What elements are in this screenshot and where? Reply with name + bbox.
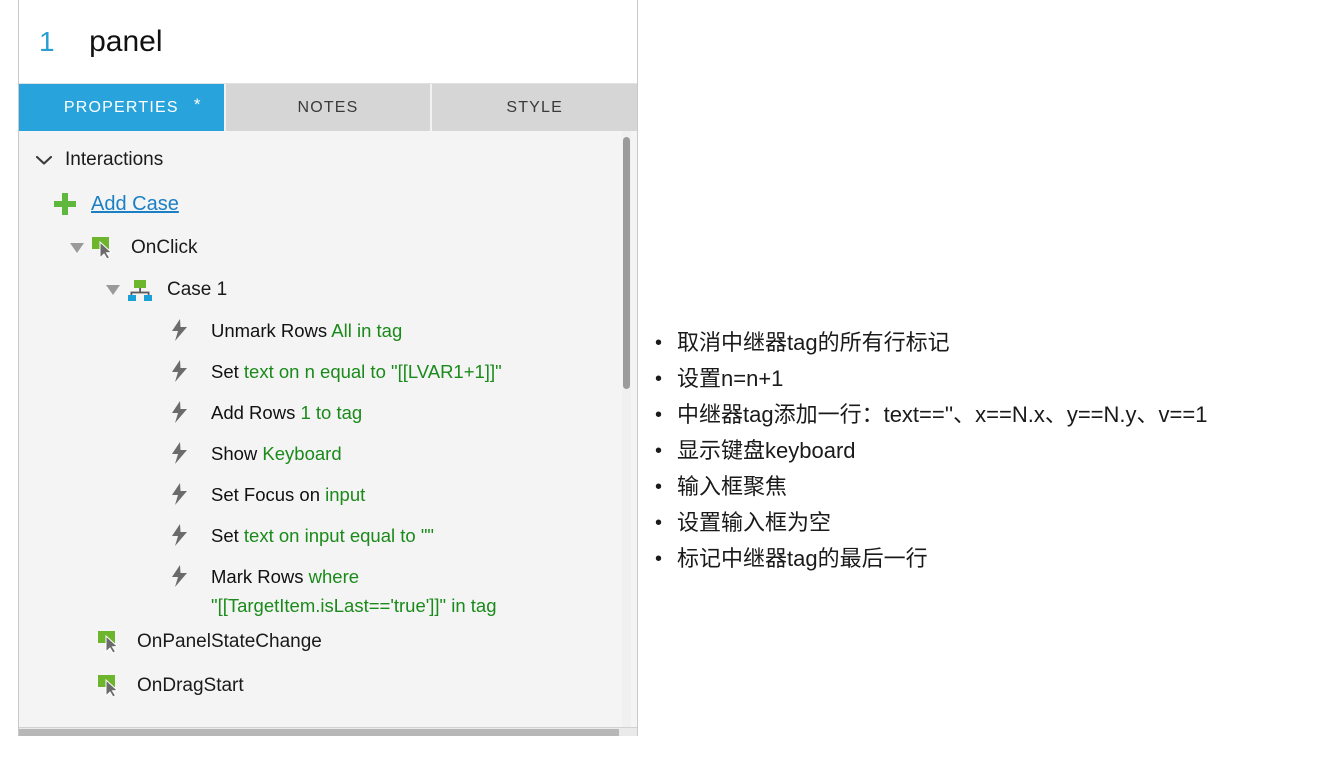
action-row[interactable]: Set text on input equal to "" <box>19 516 637 557</box>
action-param: input <box>325 484 366 505</box>
action-prefix: Unmark Rows <box>211 320 332 341</box>
tab-properties[interactable]: PROPERTIES * <box>19 84 226 131</box>
action-param: text on input equal to "" <box>243 525 434 546</box>
inspector-panel: 1 panel PROPERTIES * NOTES STYLE Interac… <box>18 0 638 736</box>
action-prefix: Add Rows <box>211 402 301 423</box>
list-item: • 中继器tag添加一行：text==''、x==N.x、y==N.y、v==1 <box>655 397 1315 433</box>
event-label-onpanelstatechange: OnPanelStateChange <box>137 631 322 652</box>
bullet-icon: • <box>655 476 663 498</box>
tab-style[interactable]: STYLE <box>432 84 638 131</box>
action-row[interactable]: Show Keyboard <box>19 434 637 475</box>
unsaved-changes-marker: * <box>193 95 202 114</box>
action-prefix: Set <box>211 361 244 382</box>
action-param: All in tag <box>331 320 403 341</box>
object-name: panel <box>89 24 163 58</box>
list-item-text: 中继器tag添加一行：text==''、x==N.x、y==N.y、v==1 <box>677 402 1208 427</box>
bullet-icon: • <box>655 512 663 534</box>
click-event-icon <box>95 630 125 654</box>
action-row[interactable]: Set Focus on input <box>19 475 637 516</box>
add-case-row[interactable]: Add Case <box>19 181 637 227</box>
bullet-icon: • <box>655 440 663 462</box>
interactions-tree: Interactions Add Case OnClick Case 1 Unm… <box>19 131 637 736</box>
action-row[interactable]: Unmark Rows All in tag <box>19 311 637 352</box>
tab-properties-label: PROPERTIES <box>63 98 179 116</box>
list-item: • 取消中继器tag的所有行标记 <box>655 325 1315 361</box>
vertical-scrollbar[interactable] <box>622 131 631 736</box>
lightning-icon <box>169 557 203 593</box>
lightning-icon <box>169 516 203 552</box>
action-prefix: Show <box>211 443 263 464</box>
bullet-icon: • <box>655 368 663 390</box>
event-row-onpanelstatechange[interactable]: OnPanelStateChange <box>19 620 637 664</box>
list-item: • 设置n=n+1 <box>655 361 1315 397</box>
event-row-onclick[interactable]: OnClick <box>19 227 637 269</box>
action-text: Set text on n equal to "[[LVAR1+1]]" <box>211 352 502 386</box>
screenshot-root: 1 panel PROPERTIES * NOTES STYLE Interac… <box>0 0 1326 760</box>
lightning-icon <box>169 434 203 470</box>
event-row-ondragstart[interactable]: OnDragStart <box>19 664 637 708</box>
action-suffix: "[[TargetItem.isLast=='true']]" in tag <box>211 595 497 616</box>
bullet-icon: • <box>655 404 663 426</box>
action-param: text on n equal to "[[LVAR1+1]]" <box>243 361 502 382</box>
lightning-icon <box>169 393 203 429</box>
bullet-icon: • <box>655 548 663 570</box>
vertical-scrollbar-thumb[interactable] <box>623 137 630 389</box>
action-param: where <box>308 566 360 587</box>
list-item: • 标记中继器tag的最后一行 <box>655 541 1315 577</box>
horizontal-scrollbar[interactable] <box>19 727 637 736</box>
triangle-down-icon[interactable] <box>65 241 89 255</box>
action-text: Set text on input equal to "" <box>211 516 434 550</box>
interactions-section-label: Interactions <box>65 149 164 170</box>
add-case-link[interactable]: Add Case <box>91 193 179 216</box>
object-count: 1 <box>39 25 56 57</box>
event-label-onclick: OnClick <box>131 237 198 258</box>
action-text: Show Keyboard <box>211 434 342 468</box>
lightning-icon <box>169 352 203 388</box>
list-item: • 输入框聚焦 <box>655 469 1315 505</box>
horizontal-scrollbar-thumb[interactable] <box>19 729 619 736</box>
action-row[interactable]: Add Rows 1 to tag <box>19 393 637 434</box>
action-prefix: Set Focus on <box>211 484 326 505</box>
tab-style-label: STYLE <box>506 98 564 116</box>
case-hierarchy-icon <box>125 278 155 302</box>
tab-bar: PROPERTIES * NOTES STYLE <box>19 84 638 131</box>
action-param: 1 to tag <box>300 402 363 423</box>
action-text: Set Focus on input <box>211 475 365 509</box>
tab-notes-label: NOTES <box>297 98 359 116</box>
list-item: • 设置输入框为空 <box>655 505 1315 541</box>
action-prefix: Set <box>211 525 244 546</box>
action-text: Mark Rows where "[[TargetItem.isLast=='t… <box>211 557 497 620</box>
tab-notes[interactable]: NOTES <box>225 84 433 131</box>
chevron-down-icon[interactable] <box>31 139 57 181</box>
action-row[interactable]: Set text on n equal to "[[LVAR1+1]]" <box>19 352 637 393</box>
list-item-text: 设置n=n+1 <box>677 366 784 391</box>
case-label: Case 1 <box>167 279 228 300</box>
bullet-icon: • <box>655 332 663 354</box>
lightning-icon <box>169 311 203 347</box>
plus-icon[interactable] <box>53 192 77 216</box>
event-label-ondragstart: OnDragStart <box>137 675 244 696</box>
interactions-section-header[interactable]: Interactions <box>19 139 637 181</box>
action-prefix: Mark Rows <box>211 566 309 587</box>
action-param: Keyboard <box>262 443 342 464</box>
click-event-icon <box>89 236 119 260</box>
list-item-text: 设置输入框为空 <box>677 510 832 535</box>
click-event-icon <box>95 674 125 698</box>
list-item-text: 显示键盘keyboard <box>677 438 856 463</box>
lightning-icon <box>169 475 203 511</box>
list-item-text: 标记中继器tag的最后一行 <box>677 546 928 571</box>
action-row[interactable]: Mark Rows where "[[TargetItem.isLast=='t… <box>19 557 637 620</box>
annotation-list: • 取消中继器tag的所有行标记 • 设置n=n+1 • 中继器tag添加一行：… <box>655 325 1315 577</box>
action-text: Unmark Rows All in tag <box>211 311 402 345</box>
list-item-text: 取消中继器tag的所有行标记 <box>677 330 950 355</box>
triangle-down-icon[interactable] <box>101 283 125 297</box>
case-row[interactable]: Case 1 <box>19 269 637 311</box>
panel-header: 1 panel <box>19 0 637 84</box>
action-text: Add Rows 1 to tag <box>211 393 362 427</box>
list-item-text: 输入框聚焦 <box>677 474 788 499</box>
list-item: • 显示键盘keyboard <box>655 433 1315 469</box>
